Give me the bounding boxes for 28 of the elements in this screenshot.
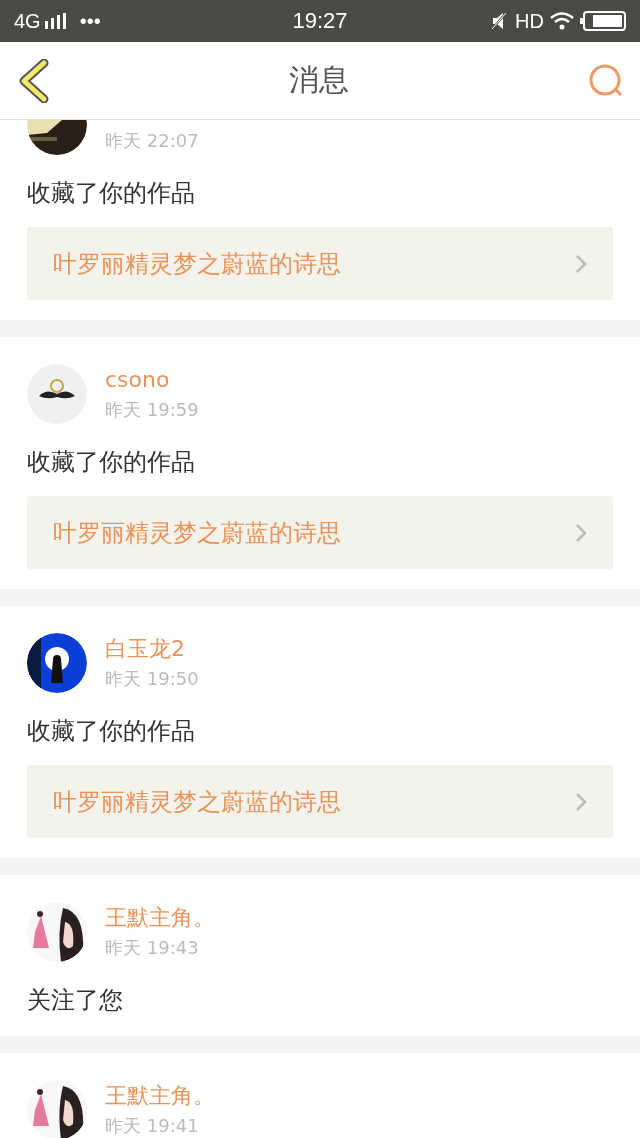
clock: 19:27 — [292, 8, 348, 34]
message-time: 昨天 22:07 — [105, 129, 199, 153]
message-time: 昨天 19:43 — [105, 936, 200, 960]
chevron-icon — [575, 253, 587, 274]
wifi-icon — [550, 12, 574, 30]
message-time: 昨天 19:50 — [105, 667, 199, 691]
more-label: ••• — [79, 9, 101, 33]
work-link[interactable]: 叶罗丽精灵梦之蔚蓝的诗思 — [27, 496, 613, 569]
message-text: 收藏了你的作品 — [26, 716, 196, 747]
message-time: 昨天 19:41 — [105, 1114, 200, 1138]
message-text: 收藏了你的作品 — [26, 447, 196, 478]
user-name[interactable]: 王默主角。 — [105, 904, 215, 932]
user-name[interactable]: 王默主角。 — [105, 1082, 215, 1110]
user-name[interactable]: csono — [105, 366, 199, 394]
message-text: 收藏了你的作品 — [26, 178, 196, 209]
work-link[interactable]: 叶罗丽精灵梦之蔚蓝的诗思 — [27, 227, 613, 300]
battery-icon — [580, 11, 626, 31]
network-label: 4G — [14, 9, 41, 33]
message-text: 关注了您 — [26, 985, 124, 1016]
signal-icon — [43, 13, 66, 29]
mute-icon — [491, 12, 508, 30]
work-link[interactable]: 叶罗丽精灵梦之蔚蓝的诗思 — [27, 765, 613, 838]
hd-label: HD — [515, 9, 544, 33]
page-title: 消息 — [289, 61, 349, 99]
user-name[interactable]: 白玉龙2 — [105, 635, 199, 663]
chevron-icon — [575, 791, 587, 812]
chevron-icon — [575, 522, 587, 543]
message-time: 昨天 19:59 — [105, 398, 199, 422]
